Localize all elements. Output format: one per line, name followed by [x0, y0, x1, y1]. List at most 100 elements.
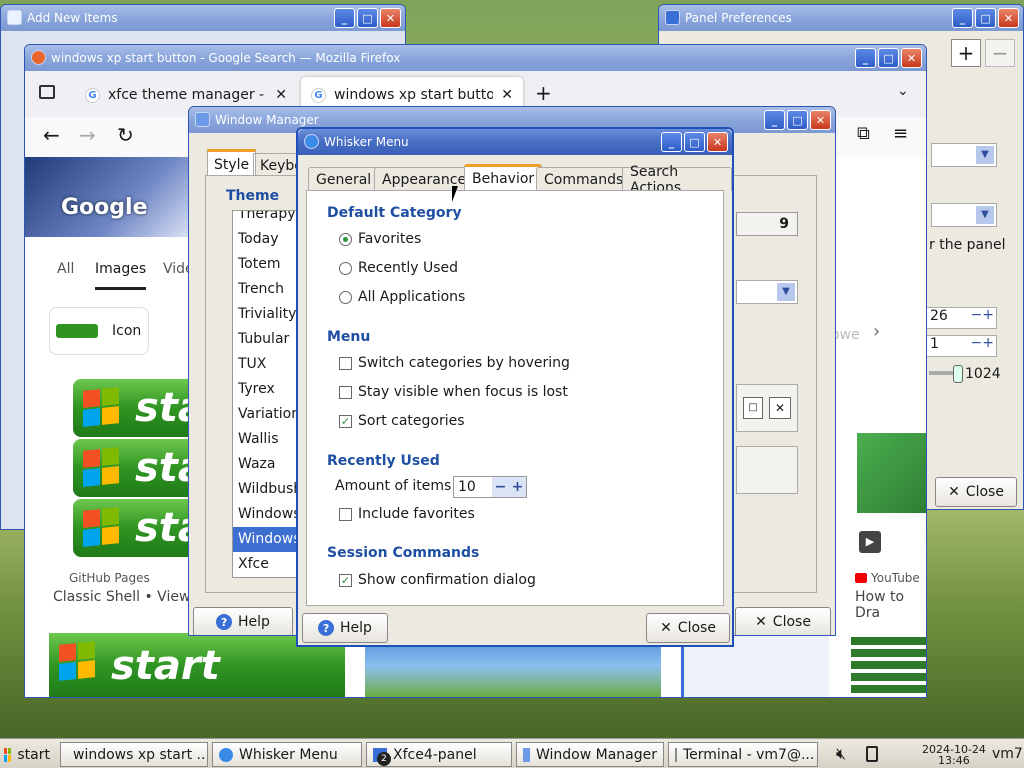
remove-panel-button[interactable]: −: [985, 39, 1015, 67]
maximize-button[interactable]: □: [878, 48, 899, 68]
close-tab-icon[interactable]: ✕: [501, 87, 513, 103]
start-button[interactable]: start: [0, 742, 56, 767]
new-tab-button[interactable]: +: [535, 81, 552, 105]
wm-help-button[interactable]: ? Help: [193, 607, 293, 635]
close-layout-icon[interactable]: ✕: [769, 397, 791, 419]
checkbox-checked[interactable]: ✓: [339, 573, 352, 587]
back-icon[interactable]: ←: [43, 123, 60, 147]
close-button[interactable]: ✕: [810, 110, 831, 130]
maximize-layout-icon[interactable]: □: [743, 397, 763, 419]
minimize-button[interactable]: _: [661, 132, 682, 152]
radio-indicator[interactable]: [339, 261, 352, 275]
xp-buttons-thumb[interactable]: [851, 633, 926, 697]
radio-recently-used[interactable]: Recently Used: [339, 260, 458, 276]
checkbox[interactable]: [339, 507, 352, 521]
wm-title-font-spinner[interactable]: 9: [736, 212, 798, 236]
whisker-close-button[interactable]: ✕ Close: [646, 613, 730, 643]
minimize-button[interactable]: _: [334, 8, 355, 28]
length-slider-handle[interactable]: [953, 365, 963, 383]
extensions-icon[interactable]: ⧉: [857, 123, 870, 144]
close-button[interactable]: ✕: [901, 48, 922, 68]
volume-muted-icon[interactable]: 🔇︎: [836, 744, 846, 764]
task-window-manager[interactable]: Window Manager: [516, 742, 664, 767]
increment-icon[interactable]: +: [509, 477, 526, 497]
tab-list-icon[interactable]: [39, 85, 55, 99]
wm-close-button[interactable]: ✕ Close: [735, 607, 831, 635]
menu-icon[interactable]: ≡: [893, 123, 908, 144]
checkbox[interactable]: [339, 385, 352, 399]
firefox-titlebar[interactable]: windows xp start button - Google Search …: [25, 45, 926, 71]
minimize-button[interactable]: _: [855, 48, 876, 68]
tab-commands-label: Commands: [544, 171, 624, 188]
chevron-right-icon[interactable]: ›: [873, 321, 880, 342]
close-button[interactable]: ✕: [998, 8, 1019, 28]
amount-label: Amount of items:: [335, 478, 457, 494]
task-label: Terminal - vm7@...: [683, 746, 815, 763]
close-button[interactable]: ✕: [380, 8, 401, 28]
check-stay-visible[interactable]: Stay visible when focus is lost: [339, 384, 568, 400]
tab-general[interactable]: General: [308, 167, 380, 191]
youtube-caption[interactable]: How to Dra: [855, 589, 926, 621]
rows-value: 1: [930, 336, 939, 352]
whisker-menu-window: Whisker Menu _ □ ✕ General Appearance Be…: [296, 127, 734, 647]
panel-combo-2[interactable]: ▼: [931, 203, 997, 227]
wm-combo[interactable]: ▼: [736, 280, 798, 304]
close-button[interactable]: ✕: [707, 132, 728, 152]
radio-indicator[interactable]: [339, 232, 352, 246]
decrement-icon[interactable]: −: [492, 477, 509, 497]
google-doodle[interactable]: Google: [25, 157, 195, 237]
check-confirmation-dialog[interactable]: ✓ Show confirmation dialog: [339, 572, 536, 588]
radio-favorites-label: Favorites: [358, 231, 422, 247]
tab-behavior[interactable]: Behavior: [464, 164, 543, 191]
whisker-title: Whisker Menu: [324, 135, 409, 149]
clock-time[interactable]: 13:46: [938, 754, 970, 767]
rows-spinner[interactable]: 1 −+: [925, 335, 997, 357]
check-include-favorites[interactable]: Include favorites: [339, 506, 475, 522]
add-items-titlebar[interactable]: Add New Items _ □ ✕: [1, 5, 405, 31]
radio-all-applications[interactable]: All Applications: [339, 289, 465, 305]
minimize-button[interactable]: _: [952, 8, 973, 28]
radio-indicator[interactable]: [339, 290, 352, 304]
checkbox[interactable]: [339, 356, 352, 370]
length-value: 1024: [965, 366, 1001, 382]
add-panel-button[interactable]: +: [951, 39, 981, 67]
tab-search-actions[interactable]: Search Actions: [622, 164, 732, 196]
reload-icon[interactable]: ↻: [117, 123, 134, 147]
maximize-button[interactable]: □: [684, 132, 705, 152]
panel-prefs-close-button[interactable]: ✕ Close: [935, 477, 1017, 507]
task-terminal[interactable]: Terminal - vm7@...: [668, 742, 818, 767]
play-icon[interactable]: ▶: [859, 531, 881, 553]
filter-images[interactable]: Images: [95, 261, 147, 290]
clipboard-icon[interactable]: [866, 746, 878, 762]
radio-recently-used-label: Recently Used: [358, 260, 459, 276]
close-tab-icon[interactable]: ✕: [275, 87, 287, 103]
panel-combo-1[interactable]: ▼: [931, 143, 997, 167]
whisker-help-button[interactable]: ? Help: [302, 613, 388, 643]
tab-commands[interactable]: Commands: [536, 167, 632, 191]
tab-overflow-icon[interactable]: ⌄: [897, 83, 909, 99]
amount-spinner[interactable]: 10 − +: [453, 476, 527, 498]
task-xfce4-panel[interactable]: 2 Xfce4-panel: [366, 742, 512, 767]
maximize-button[interactable]: □: [357, 8, 378, 28]
check-sort-categories[interactable]: ✓ Sort categories: [339, 413, 465, 429]
whisker-titlebar[interactable]: Whisker Menu _ □ ✕: [298, 129, 732, 155]
size-spinner[interactable]: 26 −+: [925, 307, 997, 329]
radio-favorites[interactable]: Favorites: [339, 231, 421, 247]
filter-all[interactable]: All: [57, 261, 74, 277]
task-label: windows xp start ...: [73, 746, 208, 763]
check-switch-hover[interactable]: Switch categories by hovering: [339, 355, 570, 371]
whisker-icon: [219, 747, 233, 762]
xp-logo-thumb[interactable]: [857, 433, 926, 513]
icon-chip[interactable]: Icon: [49, 307, 149, 355]
forward-icon[interactable]: →: [79, 123, 96, 147]
panel-prefs-titlebar[interactable]: Panel Preferences _ □ ✕: [659, 5, 1023, 31]
maximize-button[interactable]: □: [975, 8, 996, 28]
wm-tab-style[interactable]: Style: [207, 149, 257, 177]
result-caption[interactable]: Classic Shell • View t: [53, 589, 200, 605]
checkbox-checked[interactable]: ✓: [339, 414, 352, 428]
minimize-button[interactable]: _: [764, 110, 785, 130]
task-whisker[interactable]: Whisker Menu: [212, 742, 362, 767]
maximize-button[interactable]: □: [787, 110, 808, 130]
check-stay-visible-label: Stay visible when focus is lost: [358, 384, 568, 400]
task-firefox[interactable]: windows xp start ...: [60, 742, 208, 767]
